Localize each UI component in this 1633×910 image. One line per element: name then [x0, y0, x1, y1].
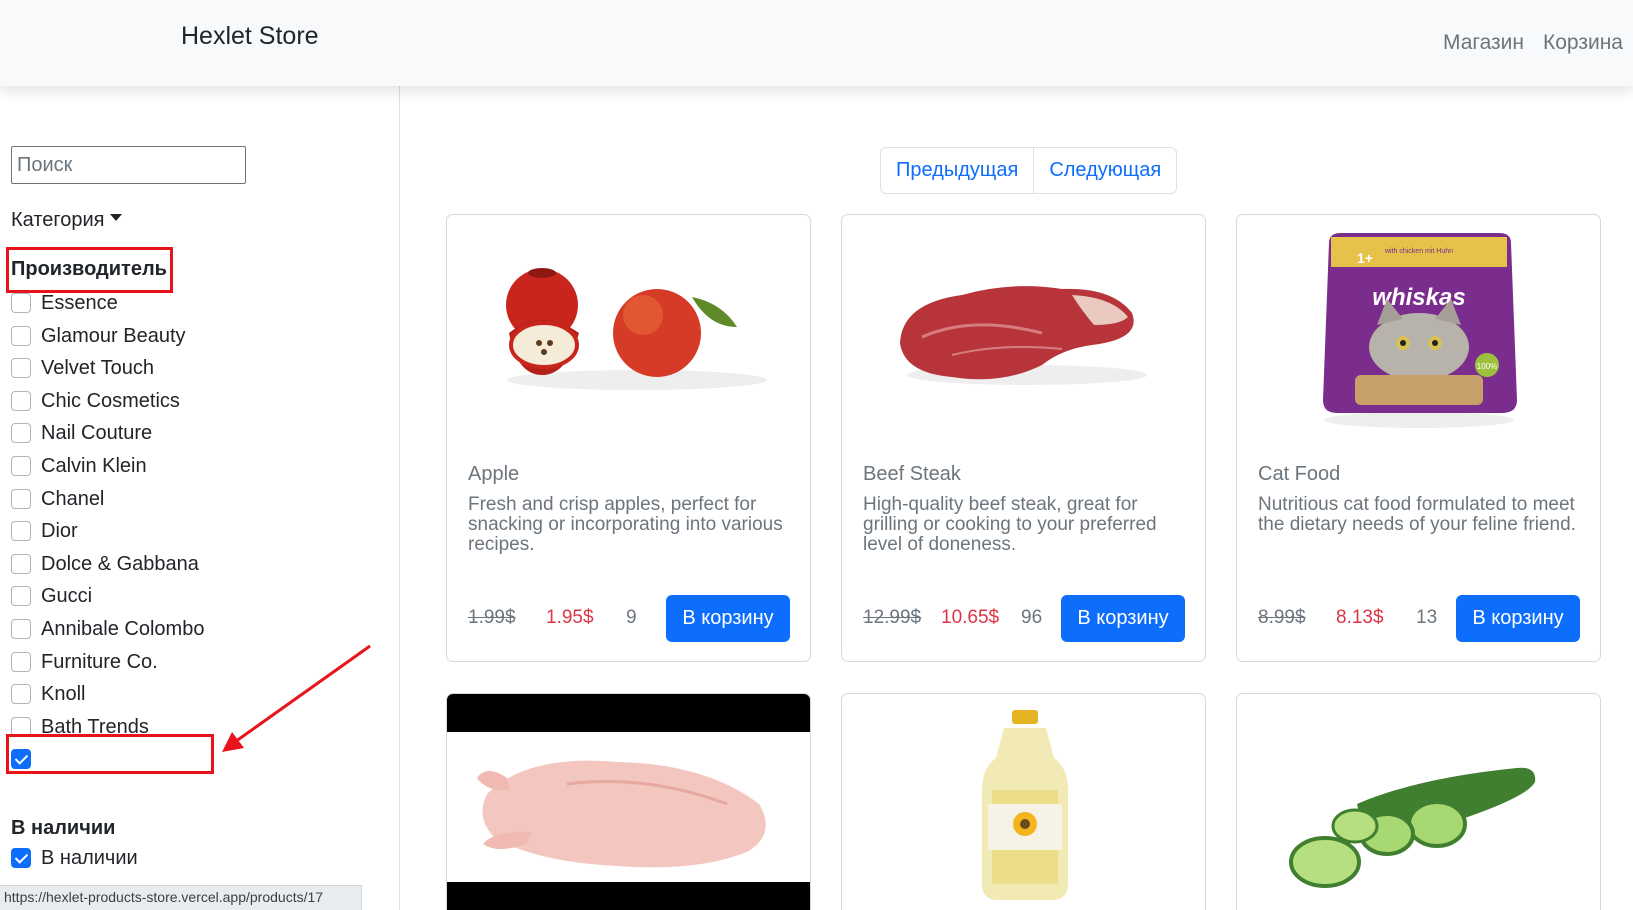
product-title[interactable]: Cat Food: [1258, 463, 1340, 486]
manufacturer-checkbox[interactable]: [11, 619, 31, 639]
availability-title: В наличии: [11, 817, 116, 839]
nav-link-cart[interactable]: Корзина: [1543, 31, 1623, 55]
manufacturer-label: Glamour Beauty: [41, 324, 186, 347]
cat-food-badge: 100%: [1477, 362, 1497, 371]
manufacturer-checkbox-row[interactable]: Chanel: [11, 486, 104, 512]
availability-label: В наличии: [41, 846, 138, 869]
product-new-price: 1.95$: [546, 607, 594, 628]
product-stock: 96: [1021, 607, 1043, 628]
prev-page-button[interactable]: Предыдущая: [881, 148, 1033, 193]
product-description: Nutritious cat food formulated to meet t…: [1258, 494, 1576, 535]
manufacturer-checkbox-row[interactable]: Furniture Co.: [11, 649, 158, 675]
beef-steak-image: [900, 286, 1147, 385]
product-card: Beef Steak High-quality beef steak, grea…: [841, 214, 1206, 662]
cat-food-flavor: with chicken mit Huhn: [1384, 248, 1453, 255]
manufacturer-label: Calvin Klein: [41, 454, 147, 477]
product-title[interactable]: Beef Steak: [863, 463, 961, 486]
manufacturer-checkbox[interactable]: [11, 554, 31, 574]
navbar: Hexlet Store Магазин Корзина: [0, 0, 1633, 86]
manufacturer-checkbox-row[interactable]: Gucci: [11, 583, 92, 609]
brand-logo[interactable]: Hexlet Store: [181, 22, 319, 51]
apple-image: [506, 268, 767, 390]
manufacturer-checkbox[interactable]: [11, 391, 31, 411]
manufacturer-checkbox[interactable]: [11, 684, 31, 704]
availability-checkbox-row[interactable]: В наличии: [11, 845, 138, 871]
annotation-arrow-icon: [222, 644, 371, 752]
annotation-box-empty-manufacturer: [6, 734, 214, 774]
manufacturer-label: Gucci: [41, 584, 93, 607]
manufacturer-label: Annibale Colombo: [41, 617, 205, 640]
product-description: High-quality beef steak, great for grill…: [863, 494, 1157, 555]
cat-food-image: 1+ with chicken mit Huhn whiskas 100%: [1323, 233, 1517, 428]
search-input[interactable]: [11, 146, 246, 184]
manufacturer-checkbox[interactable]: [11, 326, 31, 346]
product-title[interactable]: Apple: [468, 463, 519, 486]
manufacturer-checkbox[interactable]: [11, 456, 31, 476]
manufacturer-label: Knoll: [41, 682, 86, 705]
add-to-cart-button[interactable]: В корзину: [1456, 595, 1580, 642]
manufacturer-label: Dior: [41, 519, 78, 542]
manufacturer-label: Chic Cosmetics: [41, 389, 180, 412]
product-card: [1236, 693, 1601, 910]
add-to-cart-button[interactable]: В корзину: [1061, 595, 1185, 642]
product-stock: 13: [1416, 607, 1438, 628]
manufacturer-checkbox-row[interactable]: Nail Couture: [11, 420, 152, 446]
product-card: Apple Fresh and crisp apples, perfect fo…: [446, 214, 811, 662]
product-card: [841, 693, 1206, 910]
manufacturer-checkbox-row[interactable]: Calvin Klein: [11, 453, 147, 479]
chicken-image: [447, 694, 810, 910]
manufacturer-checkbox[interactable]: [11, 521, 31, 541]
manufacturer-label: Velvet Touch: [41, 356, 155, 379]
nav-link-shop[interactable]: Магазин: [1443, 31, 1524, 55]
cooking-oil-image: [982, 710, 1068, 900]
product-stock: 9: [626, 607, 637, 628]
manufacturer-checkbox-row[interactable]: Dior: [11, 518, 78, 544]
product-card: 1+ with chicken mit Huhn whiskas 100% Ca…: [1236, 214, 1601, 662]
manufacturer-label: Dolce & Gabbana: [41, 552, 199, 575]
manufacturer-checkbox-row[interactable]: Chic Cosmetics: [11, 388, 180, 414]
cucumber-image: [1289, 767, 1536, 888]
manufacturer-label: Nail Couture: [41, 421, 153, 444]
manufacturer-checkbox-row[interactable]: Knoll: [11, 681, 85, 707]
manufacturer-checkbox[interactable]: [11, 358, 31, 378]
product-new-price: 10.65$: [941, 607, 1000, 628]
manufacturer-checkbox-row[interactable]: Velvet Touch: [11, 355, 154, 381]
cat-food-age-badge: 1+: [1357, 250, 1373, 266]
manufacturer-checkbox[interactable]: [11, 423, 31, 443]
manufacturer-checkbox[interactable]: [11, 489, 31, 509]
manufacturer-checkbox[interactable]: [11, 586, 31, 606]
pagination: Предыдущая Следующая: [880, 147, 1178, 194]
availability-checkbox[interactable]: [11, 848, 31, 868]
manufacturer-label: Essence: [41, 291, 118, 314]
product-description: Fresh and crisp apples, perfect for snac…: [468, 494, 783, 555]
manufacturer-label: Furniture Co.: [41, 650, 158, 673]
manufacturer-checkbox-row[interactable]: Essence: [11, 290, 118, 316]
manufacturer-checkbox-row[interactable]: Dolce & Gabbana: [11, 551, 199, 577]
manufacturer-checkbox-row[interactable]: Glamour Beauty: [11, 323, 186, 349]
next-page-button[interactable]: Следующая: [1033, 148, 1176, 193]
product-card: [446, 693, 811, 910]
product-old-price: 1.99$: [468, 607, 516, 628]
manufacturer-label: Chanel: [41, 487, 105, 510]
caret-down-icon: [109, 214, 122, 222]
status-bar-url: https://hexlet-products-store.vercel.app…: [0, 885, 362, 910]
manufacturer-checkbox[interactable]: [11, 652, 31, 672]
annotation-box-manufacturer: [6, 247, 173, 293]
product-old-price: 8.99$: [1258, 607, 1306, 628]
manufacturer-checkbox-row[interactable]: Annibale Colombo: [11, 616, 204, 642]
category-label: Категория: [11, 209, 105, 231]
product-old-price: 12.99$: [863, 607, 922, 628]
add-to-cart-button[interactable]: В корзину: [666, 595, 790, 642]
category-dropdown[interactable]: Категория: [11, 209, 122, 232]
product-new-price: 8.13$: [1336, 607, 1384, 628]
manufacturer-checkbox[interactable]: [11, 293, 31, 313]
